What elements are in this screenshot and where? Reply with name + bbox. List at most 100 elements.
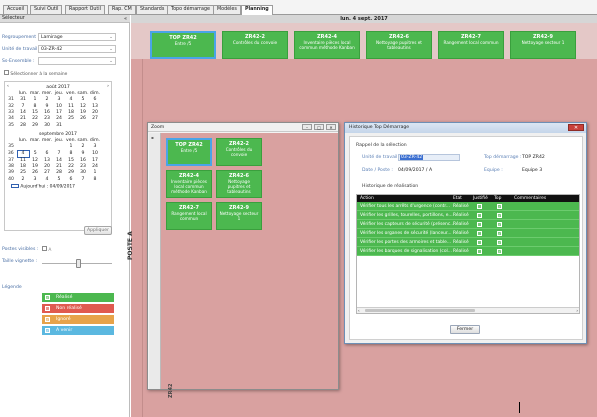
zoom-task-card[interactable]: ZR42-9 Nettoyage secteur 1 — [216, 202, 262, 230]
calendar-day[interactable]: 9 — [77, 150, 89, 157]
zoom-task-card[interactable]: ZR42-7 Rangement local commun — [166, 202, 212, 230]
legend-item[interactable]: ✓ Ignoré — [42, 315, 114, 324]
table-row[interactable]: Vérifier tous les arrêts d'urgence (cont… — [357, 202, 579, 211]
tab-accueil[interactable]: Accueil — [3, 5, 29, 14]
apply-button[interactable]: Appliquer — [84, 226, 112, 235]
calendar-day[interactable]: 31 — [53, 122, 65, 128]
close-icon[interactable]: ✕ — [326, 124, 336, 130]
calendar-day[interactable]: 7 — [77, 176, 89, 182]
next-month-icon[interactable]: › — [107, 84, 109, 89]
top-checkbox[interactable]: ✓ — [497, 222, 502, 227]
calendar-day[interactable] — [65, 122, 77, 128]
col-etat[interactable]: Etat — [453, 195, 462, 202]
calendar-day[interactable]: 2 — [17, 176, 29, 182]
prev-month-icon[interactable]: ‹ — [7, 84, 9, 89]
calendar-day[interactable] — [77, 122, 89, 128]
table-row[interactable]: Vérifier les organes de sécurité (lanceu… — [357, 229, 579, 238]
col-justifie[interactable]: Justifié — [473, 195, 488, 202]
legend-checkbox[interactable]: ✓ — [45, 328, 50, 333]
ss-ensemble-combo[interactable]: ⌄ — [38, 57, 116, 65]
unite-combo[interactable]: 03-ZR-42 ⌄ — [38, 45, 116, 53]
calendar-day[interactable]: 10 — [89, 150, 101, 157]
calendar-day[interactable]: 6 — [65, 176, 77, 182]
legend-checkbox[interactable]: ✓ — [45, 317, 50, 322]
calendar-day[interactable]: 29 — [29, 122, 41, 128]
legend-item[interactable]: ✓ Réalisé — [42, 293, 114, 302]
calendar-day[interactable]: 4 — [41, 176, 53, 182]
top-checkbox[interactable]: ✓ — [497, 249, 502, 254]
table-row[interactable]: Vérifier les portes des armoires et tabl… — [357, 238, 579, 247]
horizontal-scrollbar[interactable]: ‹ › — [357, 307, 579, 313]
top-checkbox[interactable]: ✓ — [497, 231, 502, 236]
calendar-day[interactable]: 30 — [41, 122, 53, 128]
table-row[interactable]: Vérifier les capteurs de sécurité (prése… — [357, 220, 579, 229]
legend-item[interactable]: ✓ A venir — [42, 326, 114, 335]
scroll-right-icon[interactable]: › — [576, 308, 578, 313]
justifie-checkbox[interactable] — [477, 231, 482, 236]
tab-rapport-outil[interactable]: Rapport Outil — [65, 5, 105, 14]
col-top[interactable]: Top — [494, 195, 501, 202]
week-checkbox[interactable] — [4, 70, 9, 75]
top-checkbox[interactable]: ✓ — [497, 213, 502, 218]
zoom-task-card[interactable]: TOP ZR42 Entre /5 — [166, 138, 212, 166]
task-card[interactable]: ZR42-9 Nettoyage secteur 1 — [510, 31, 576, 59]
zoom-task-card[interactable]: ZR42-4 Inventaire pièces local commun mét… — [166, 170, 212, 198]
justifie-checkbox[interactable] — [477, 222, 482, 227]
zoom-titlebar[interactable]: Zoom – □ ✕ — [148, 123, 338, 132]
calendar-day[interactable]: 8 — [89, 176, 101, 182]
calendar-day[interactable]: 8 — [65, 150, 77, 157]
task-card-subtitle: Nettoyage pupitres et tableautins — [227, 179, 251, 194]
regroupement-combo[interactable]: Lamirage ⌄ — [38, 33, 116, 41]
tab-topo-demarrage[interactable]: Topo démarrage — [167, 5, 214, 14]
today-row[interactable]: Aujourd'hui : 04/09/2017 — [11, 183, 111, 189]
zoom-task-card[interactable]: ZR42-2 Contrôles du convoie — [216, 138, 262, 166]
table-row[interactable]: Vérifier les barques de signalisation (c… — [357, 247, 579, 256]
task-card[interactable]: ZR42-4 Inventaire pièces local commun mét… — [294, 31, 360, 59]
task-card[interactable]: ZR42-7 Rangement local commun — [438, 31, 504, 59]
postes-visibles-row[interactable]: A — [42, 246, 51, 253]
close-icon[interactable]: ✕ — [568, 124, 584, 131]
top-checkbox[interactable]: ✓ — [497, 204, 502, 209]
collapse-icon[interactable]: « — [124, 15, 127, 23]
top-checkbox[interactable]: ✓ — [497, 240, 502, 245]
calendar-day[interactable]: 3 — [29, 176, 41, 182]
size-slider-thumb[interactable] — [76, 259, 81, 268]
tab-suivi-outil[interactable]: Suivi Outil — [30, 5, 63, 14]
calendar-day[interactable] — [89, 122, 101, 128]
calendar-day[interactable]: 7 — [53, 150, 65, 157]
col-commentaires[interactable]: Commentaires — [514, 195, 546, 202]
week-select-row[interactable]: Sélectionner à la semaine — [4, 70, 67, 77]
task-card[interactable]: TOP ZR42 Entre /5 — [150, 31, 216, 59]
minimize-icon[interactable]: – — [302, 124, 312, 130]
history-titlebar[interactable]: Historique Top Démarrage ✕ — [345, 123, 586, 133]
justifie-checkbox[interactable] — [477, 213, 482, 218]
table-row[interactable]: Vérifier les grilles, tourelles, portill… — [357, 211, 579, 220]
calendar-day[interactable]: 4 — [16, 149, 30, 158]
legend-checkbox[interactable]: ✓ — [45, 295, 50, 300]
maximize-icon[interactable]: □ — [314, 124, 324, 130]
task-card[interactable]: ZR42-6 Nettoyage pupitres et tableautins — [366, 31, 432, 59]
tab-planning[interactable]: Planning — [241, 5, 273, 15]
scroll-left-icon[interactable]: ‹ — [358, 308, 360, 313]
zoom-corner-icon[interactable]: ▪ — [151, 135, 154, 140]
zoom-task-card[interactable]: ZR42-6 Nettoyage pupitres et tableautins — [216, 170, 262, 198]
poste-a-checkbox[interactable] — [42, 246, 47, 251]
justifie-checkbox[interactable] — [477, 204, 482, 209]
calendar-day[interactable]: 5 — [53, 176, 65, 182]
tab-modeles[interactable]: Modèles — [213, 5, 241, 14]
tab-rap-cm[interactable]: Rap. CM — [108, 5, 136, 14]
calendar-day[interactable]: 28 — [17, 122, 29, 128]
scroll-thumb[interactable] — [365, 309, 475, 312]
calendar-day[interactable]: 6 — [41, 150, 53, 157]
col-action[interactable]: Action — [360, 195, 374, 202]
legend-item[interactable]: Non réalisé — [42, 304, 114, 313]
tab-standards[interactable]: Standards — [136, 5, 169, 14]
justifie-checkbox[interactable] — [477, 249, 482, 254]
legend-checkbox[interactable] — [45, 306, 50, 311]
close-button[interactable]: Fermer — [450, 325, 480, 334]
task-card[interactable]: ZR42-2 Contrôles du convoie — [222, 31, 288, 59]
row-etat: Réalisé — [453, 249, 469, 254]
justifie-checkbox[interactable] — [477, 240, 482, 245]
unite-field[interactable]: 03-ZR-42 — [398, 154, 460, 161]
calendar-day[interactable]: 5 — [29, 150, 41, 157]
